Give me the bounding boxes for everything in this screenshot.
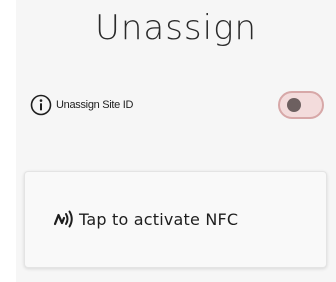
nfc-icon xyxy=(53,209,79,229)
nfc-label: Tap to activate NFC xyxy=(79,210,239,229)
page-title: Unassign xyxy=(94,8,258,48)
info-icon[interactable] xyxy=(30,94,52,116)
toggle-knob xyxy=(287,98,301,112)
nfc-activate-button[interactable]: Tap to activate NFC xyxy=(24,171,327,268)
unassign-site-id-row: Unassign Site ID xyxy=(30,91,133,119)
unassign-site-id-label: Unassign Site ID xyxy=(56,99,134,111)
unassign-site-id-toggle[interactable] xyxy=(278,91,324,119)
